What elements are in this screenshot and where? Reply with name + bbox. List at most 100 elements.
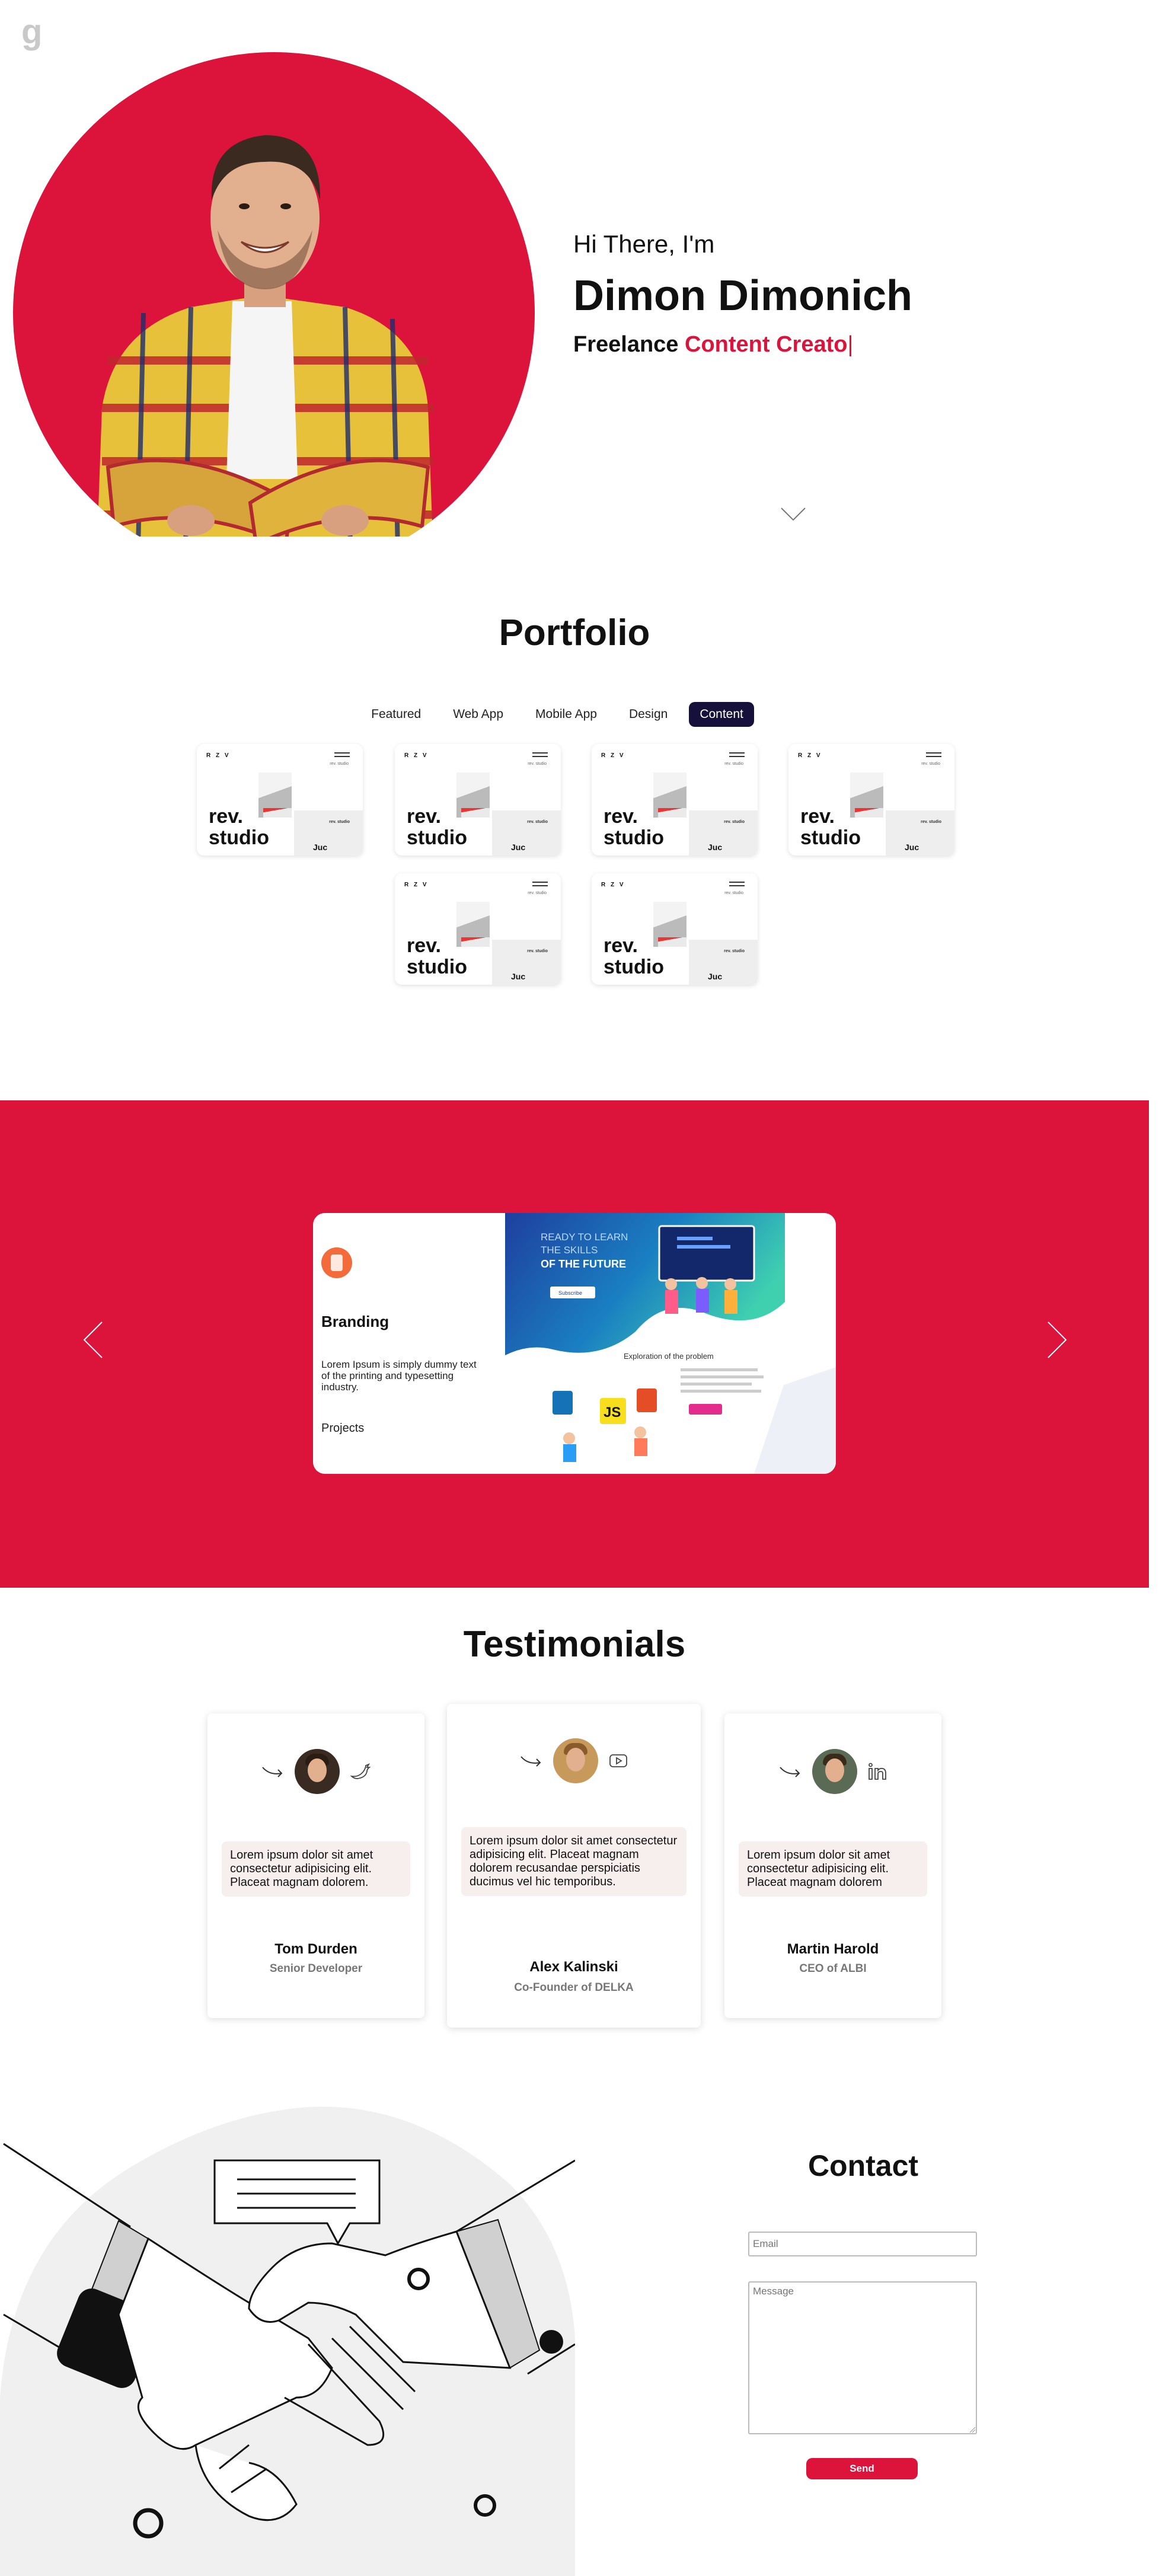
tab-content[interactable]: Content: [689, 702, 754, 727]
tab-featured[interactable]: Featured: [360, 702, 432, 727]
linkedin-icon[interactable]: [868, 1763, 887, 1780]
message-textarea[interactable]: [748, 2281, 977, 2434]
hero-greeting: Hi There, I'm: [573, 230, 715, 258]
card-tag: rev. studio: [724, 762, 743, 766]
card-foot: Juc: [511, 842, 526, 852]
portfolio-card[interactable]: R Z V rev. studio rev. studio rev. studio…: [788, 744, 954, 856]
youtube-icon[interactable]: [609, 1754, 628, 1768]
testimonial-card: Lorem ipsum dolor sit amet consectetur a…: [207, 1713, 424, 2018]
portfolio-title: Portfolio: [499, 612, 650, 653]
card-title: rev. studio: [407, 805, 467, 849]
showcase-card[interactable]: Branding Lorem Ipsum is simply dummy tex…: [313, 1213, 836, 1474]
art-js-badge: JS: [604, 1404, 621, 1421]
hero-role-prefix: Freelance: [573, 332, 679, 357]
card-foot: Juc: [313, 842, 328, 852]
card-foot: Juc: [905, 842, 919, 852]
card-title: rev. studio: [209, 805, 269, 849]
handshake-illustration: [0, 2106, 575, 2576]
testimonial-name: Alex Kalinski: [529, 1959, 618, 1975]
menu-icon: [729, 882, 745, 889]
card-small-label: rev. studio: [921, 820, 941, 824]
card-foot: Juc: [511, 972, 526, 981]
showcase-preview-image: READY TO LEARN THE SKILLS OF THE FUTURE …: [505, 1213, 836, 1474]
testimonial-header: [447, 1738, 701, 1783]
card-nav-logo: R Z V: [601, 882, 625, 888]
hero-text: Hi There, I'm Dimon Dimonich Freelance C…: [573, 230, 912, 357]
testimonial-name: Tom Durden: [274, 1941, 357, 1957]
art-button: Subscribe: [558, 1290, 582, 1296]
card-title: rev. studio: [407, 934, 467, 978]
share-arrow-icon: [521, 1756, 541, 1767]
card-title: rev. studio: [604, 934, 664, 978]
hero-name: Dimon Dimonich: [573, 272, 912, 320]
card-nav-logo: R Z V: [798, 752, 822, 759]
card-nav-logo: R Z V: [206, 752, 231, 759]
tab-design[interactable]: Design: [618, 702, 678, 727]
art-headline-3: OF THE FUTURE: [541, 1258, 626, 1270]
showcase-projects-link[interactable]: Projects: [321, 1422, 364, 1435]
portfolio-card[interactable]: R Z V rev. studio rev. studio rev. studio…: [592, 873, 758, 985]
resize-handle-icon[interactable]: [969, 2426, 976, 2433]
testimonial-quote: Lorem ipsum dolor sit amet consectetur a…: [461, 1827, 687, 1896]
testimonial-role: CEO of ALBI: [799, 1962, 867, 1975]
chevron-right-icon: [1048, 1321, 1067, 1358]
contact-title: Contact: [807, 2149, 919, 2182]
carousel-prev-button[interactable]: [83, 1321, 103, 1362]
card-block: [294, 810, 363, 856]
testimonial-header: [207, 1749, 424, 1794]
card-nav-logo: R Z V: [601, 752, 625, 759]
send-button[interactable]: Send: [806, 2458, 918, 2479]
card-block: [886, 810, 954, 856]
card-block: [689, 940, 758, 985]
testimonial-name: Martin Harold: [787, 1941, 879, 1957]
testimonial-role: Senior Developer: [269, 1962, 363, 1975]
twitter-icon[interactable]: [350, 1763, 371, 1780]
avatar: [812, 1749, 857, 1794]
card-small-label: rev. studio: [527, 949, 548, 953]
portfolio-card[interactable]: R Z V rev. studio rev. studio rev. studio…: [395, 744, 561, 856]
card-nav-logo: R Z V: [404, 752, 429, 759]
chevron-left-icon: [83, 1321, 103, 1358]
portfolio-card[interactable]: R Z V rev. studio rev. studio rev. studio…: [197, 744, 363, 856]
hero-portrait: [13, 52, 535, 537]
carousel-next-button[interactable]: [1047, 1321, 1067, 1362]
card-nav-logo: R Z V: [404, 882, 429, 888]
menu-icon: [532, 752, 548, 759]
testimonial-card: Lorem ipsum dolor sit amet consectetur a…: [724, 1713, 941, 2018]
hero-section: Hi There, I'm Dimon Dimonich Freelance C…: [0, 0, 1175, 545]
scroll-down-chevron-icon[interactable]: [780, 507, 806, 525]
card-tag: rev. studio: [330, 762, 349, 766]
card-small-label: rev. studio: [724, 949, 745, 953]
hero-role: Freelance Content Creato|: [573, 332, 912, 357]
card-title: rev. studio: [800, 805, 861, 849]
testimonial-quote: Lorem ipsum dolor sit amet consectetur a…: [222, 1841, 410, 1897]
card-block: [689, 810, 758, 856]
tab-mobile-app[interactable]: Mobile App: [525, 702, 608, 727]
card-tag: rev. studio: [528, 891, 547, 895]
menu-icon: [729, 752, 745, 759]
art-headline-2: THE SKILLS: [541, 1244, 598, 1256]
hero-role-typed: Content Creato: [685, 332, 848, 357]
testimonial-role: Co-Founder of DELKA: [514, 1981, 634, 1994]
portfolio-card[interactable]: R Z V rev. studio rev. studio rev. studio…: [395, 873, 561, 985]
testimonial-header: [724, 1749, 941, 1794]
avatar: [295, 1749, 340, 1794]
art-section-title: Exploration of the problem: [624, 1352, 714, 1361]
card-tag: rev. studio: [724, 891, 743, 895]
card-tag: rev. studio: [528, 762, 547, 766]
showcase-description: Lorem Ipsum is simply dummy text of the …: [321, 1359, 477, 1393]
card-block: [492, 810, 561, 856]
tab-web-app[interactable]: Web App: [442, 702, 514, 727]
menu-icon: [334, 752, 350, 759]
card-foot: Juc: [708, 842, 723, 852]
email-input[interactable]: [748, 2232, 977, 2256]
testimonial-card: Lorem ipsum dolor sit amet consectetur a…: [447, 1704, 701, 2028]
portfolio-card[interactable]: R Z V rev. studio rev. studio rev. studio…: [592, 744, 758, 856]
menu-icon: [532, 882, 548, 889]
card-small-label: rev. studio: [527, 820, 548, 824]
card-small-label: rev. studio: [724, 820, 745, 824]
card-title: rev. studio: [604, 805, 664, 849]
share-arrow-icon: [780, 1767, 800, 1777]
card-tag: rev. studio: [921, 762, 940, 766]
testimonial-quote: Lorem ipsum dolor sit amet consectetur a…: [739, 1841, 927, 1897]
